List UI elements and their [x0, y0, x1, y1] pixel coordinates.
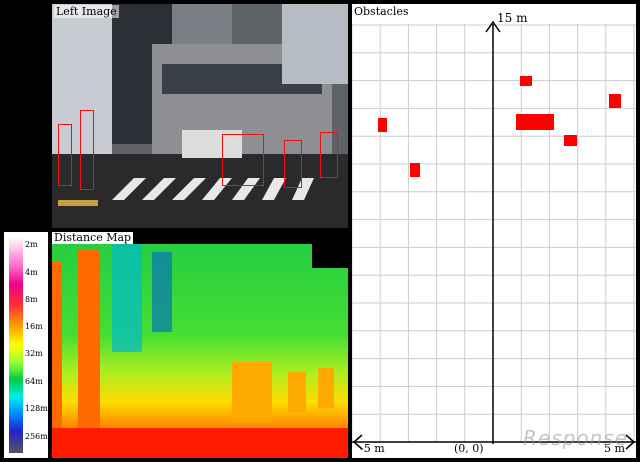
top-distance-label: 15 m — [497, 11, 528, 25]
street-scene-image — [52, 4, 348, 228]
obstacles-title: Obstacles — [354, 5, 409, 18]
detection-box — [222, 134, 264, 186]
legend-tick: 4m — [25, 268, 38, 277]
legend-tick: 256m — [25, 432, 48, 441]
legend-tick: 64m — [25, 377, 43, 386]
obstacles-panel: Obstacles 15 m -5 m (0, 0) 5 m Response — [352, 4, 636, 458]
distance-legend: 2m 4m 8m 16m 32m 64m 128m 256m — [4, 232, 48, 458]
left-distance-label: -5 m — [360, 442, 385, 455]
legend-tick: 32m — [25, 349, 43, 358]
distance-map-panel: Distance Map — [52, 232, 348, 458]
obstacle-marker — [520, 76, 532, 86]
obstacle-grid — [352, 20, 636, 450]
obstacle-marker — [516, 114, 554, 130]
legend-tick: 2m — [25, 240, 38, 249]
detection-box — [80, 110, 94, 190]
origin-label: (0, 0) — [454, 442, 484, 455]
detection-box — [320, 132, 338, 178]
obstacle-marker — [378, 118, 387, 132]
legend-color-bar — [9, 237, 23, 453]
distance-map-title: Distance Map — [52, 232, 134, 244]
detection-box — [284, 140, 302, 188]
obstacle-marker — [410, 163, 420, 177]
detection-box — [58, 124, 72, 186]
legend-tick: 128m — [25, 404, 48, 413]
left-image-panel: Left Image — [52, 4, 348, 228]
legend-tick: 16m — [25, 322, 43, 331]
legend-tick: 8m — [25, 295, 38, 304]
obstacle-marker — [609, 94, 621, 108]
watermark-logo: Response — [523, 426, 628, 450]
obstacle-marker — [564, 135, 577, 146]
distance-map-image — [52, 232, 348, 458]
left-image-title: Left Image — [54, 5, 119, 18]
